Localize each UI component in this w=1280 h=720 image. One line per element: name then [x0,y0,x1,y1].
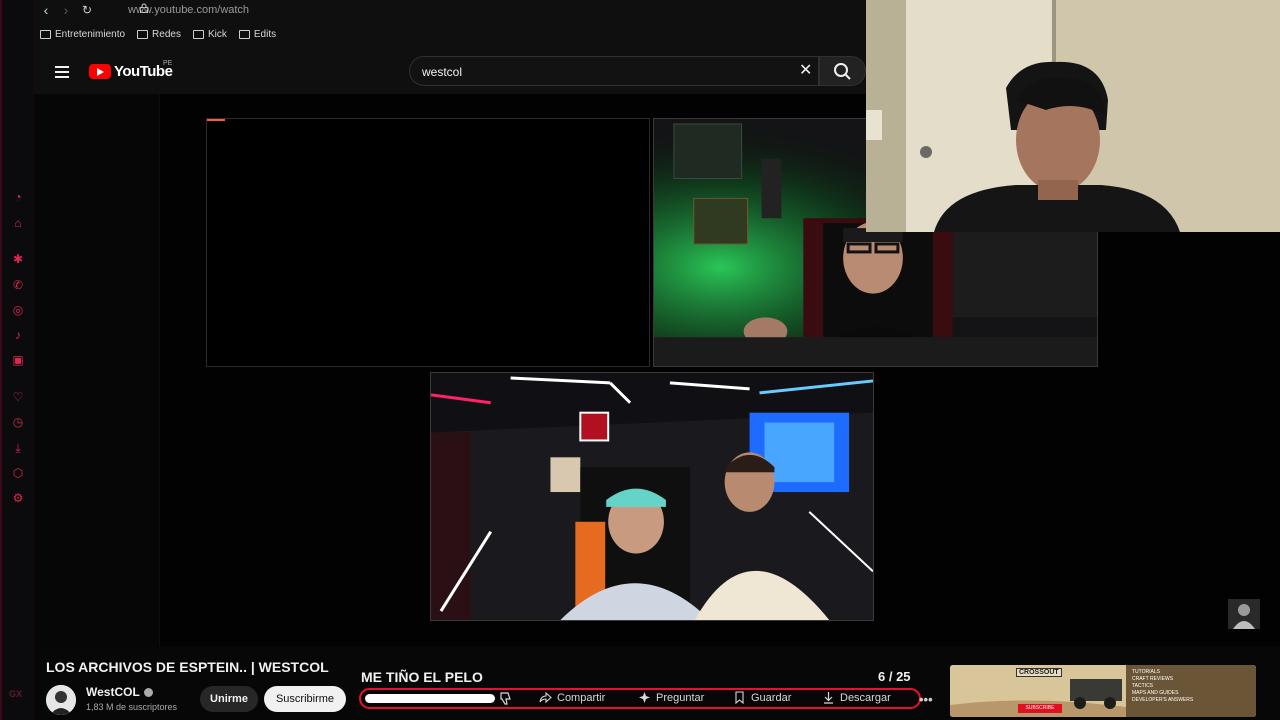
search-icon [834,63,851,80]
forward-icon[interactable]: › [58,2,74,18]
dislike-icon[interactable] [499,692,513,705]
address-bar[interactable]: www.youtube.com/watch [128,4,249,16]
browser-toolbar: ‹ › ↻ www.youtube.com/watch Entretenimie… [34,0,866,50]
avatar-image [46,685,76,715]
channel-name-text: WestCOL [86,685,140,699]
ad-line: DEVELOPER'S ANSWERS [1132,697,1194,703]
hamburger-menu-icon[interactable] [55,66,69,78]
clear-search-icon[interactable]: ✕ [799,63,812,79]
youtube-header: YouTube PE westcol ✕ [34,50,866,94]
bookmark-entretenimiento[interactable]: Entretenimiento [40,29,125,40]
discord-icon[interactable]: ▣ [10,352,26,368]
share-button[interactable]: Compartir [539,691,605,704]
save-button[interactable]: Guardar [733,691,791,704]
ad-artwork [950,665,1256,717]
ad-list: TUTORIALS CRAFT REVIEWS TACTICS MAPS AND… [1132,669,1193,704]
tiktok-icon[interactable]: ♪ [10,327,26,343]
bookmarks-bar: Entretenimiento Redes Kick Edits [40,29,276,40]
reload-icon[interactable]: ↻ [79,2,95,18]
download-icon[interactable]: ⤓ [10,440,26,456]
sparkle-icon [639,692,650,703]
messenger-icon[interactable]: ✱ [10,251,26,267]
download-button[interactable]: Descargar [822,691,891,704]
youtube-logo[interactable]: YouTube [89,63,173,80]
download-label: Descargar [840,691,891,704]
channel-watermark-icon[interactable] [1228,599,1260,629]
folder-icon [40,30,51,39]
subscribe-button[interactable]: Suscribirme [264,686,346,712]
ad-subscribe-button[interactable]: SUBSCRIBE [1018,704,1062,713]
share-label: Compartir [557,691,606,704]
playlist-counter: 6 / 25 [878,669,911,684]
player-letterbox [34,94,160,646]
verified-icon [143,688,153,698]
subscriber-count: 1,83 M de suscriptores [86,702,178,712]
search-value: westcol [422,65,463,79]
folder-icon [238,30,250,39]
video-info-bar: LOS ARCHIVOS DE ESPTEIN.. | WESTCOL West… [34,646,1280,720]
history-icon[interactable]: ◷ [10,414,26,430]
bookmark-kick[interactable]: Kick [192,29,227,40]
folder-icon [137,30,149,39]
ad-line: MAPS AND GUIDES [1132,690,1179,696]
search-input[interactable]: westcol ✕ [409,56,819,86]
save-icon [735,691,744,704]
action-bar: Compartir Preguntar Guardar Descargar [359,688,921,709]
bag-icon[interactable]: ⌂ [10,215,26,231]
gx-sidebar: ◔ ⌂ ✱ ✆ ◎ ♪ ▣ ♡ ◷ ⤓ ⬡ ⚙ GX [0,0,34,720]
stream-panel-empty [206,118,650,367]
bookmark-edits[interactable]: Edits [238,29,277,40]
save-label: Guardar [751,691,792,704]
more-actions-icon[interactable]: ••• [919,692,933,707]
ask-label: Preguntar [656,691,705,704]
short-title: ME TIÑO EL PELO [361,669,483,685]
bookmark-label: Edits [253,29,277,40]
avatar[interactable] [46,685,76,715]
folder-icon [192,30,204,39]
sidebar-edge [0,0,2,720]
speed-dial-icon[interactable]: ◔ [10,189,26,205]
panel-marker [207,119,225,121]
join-button[interactable]: Unirme [200,686,258,712]
guests-scene [431,373,873,620]
gx-label: GX [9,689,23,699]
ad-banner[interactable]: CROSSOUT TUTORIALS CRAFT REVIEWS TACTICS… [950,665,1256,717]
bookmark-label: Entretenimiento [55,29,126,40]
ad-brand: CROSSOUT [1016,668,1062,677]
whatsapp-icon[interactable]: ✆ [10,277,26,293]
ad-line: CRAFT REVIEWS [1132,676,1174,682]
region-code: PE [163,60,173,67]
screen: ◔ ⌂ ✱ ✆ ◎ ♪ ▣ ♡ ◷ ⤓ ⬡ ⚙ GX ‹ › ↻ www.you… [0,0,1280,720]
like-button[interactable] [365,694,495,703]
settings-icon[interactable]: ⚙ [10,490,26,506]
channel-name[interactable]: WestCOL [86,685,153,699]
video-title: LOS ARCHIVOS DE ESPTEIN.. | WESTCOL [46,659,329,675]
download-icon [824,692,833,704]
bookmark-redes[interactable]: Redes [137,29,181,40]
stream-panel-guests [430,372,874,621]
bookmark-label: Redes [152,29,181,40]
ad-line: TUTORIALS [1132,669,1160,675]
ask-button[interactable]: Preguntar [638,691,704,704]
heart-icon[interactable]: ♡ [10,389,26,405]
search-button[interactable] [819,56,866,86]
webcam-scene [866,0,1280,232]
bookmark-label: Kick [207,29,227,40]
instagram-icon[interactable]: ◎ [10,302,26,318]
ad-line: TACTICS [1132,683,1154,689]
extensions-icon[interactable]: ⬡ [10,465,26,481]
back-icon[interactable]: ‹ [38,2,54,18]
webcam-overlay [866,0,1280,232]
share-icon [539,691,552,704]
youtube-play-icon [89,64,111,79]
